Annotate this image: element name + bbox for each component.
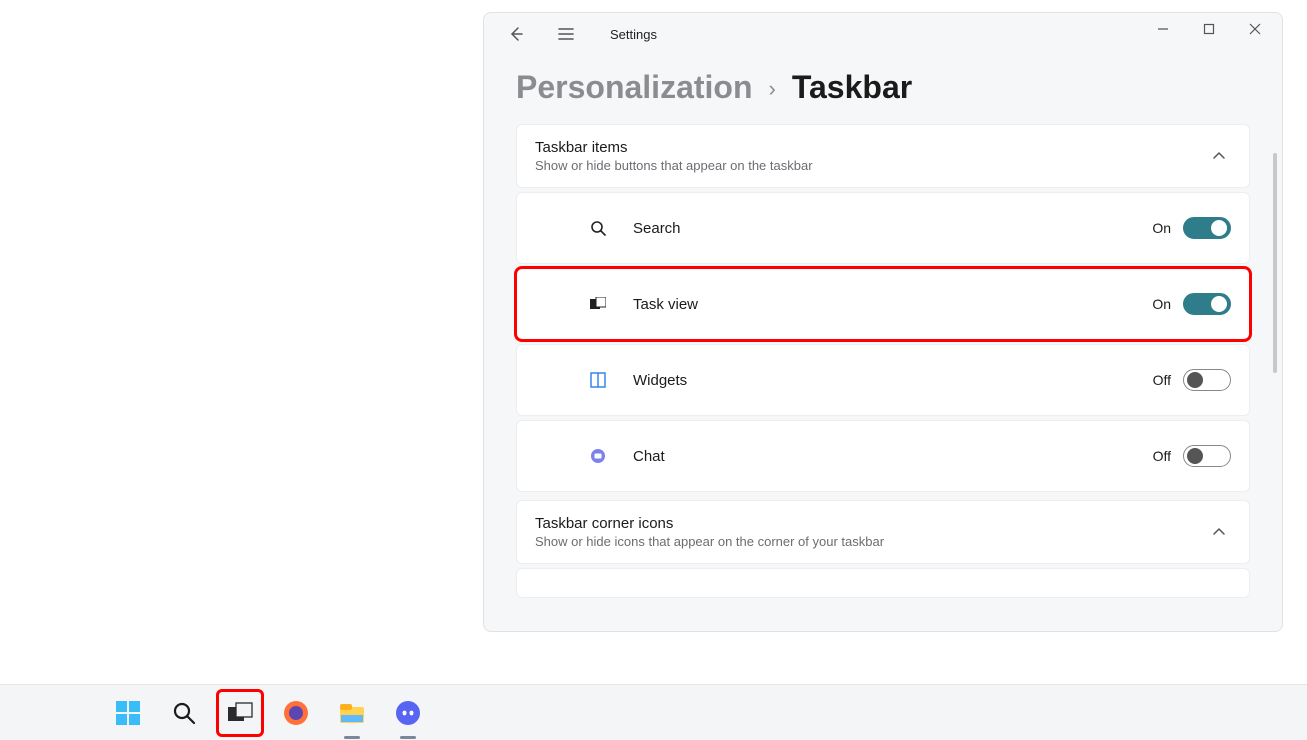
row-search: Search On bbox=[516, 192, 1250, 264]
row-label: Search bbox=[633, 220, 681, 237]
maximize-button[interactable] bbox=[1186, 13, 1232, 45]
toggle-chat[interactable] bbox=[1183, 445, 1231, 467]
back-button[interactable] bbox=[500, 18, 532, 50]
toggle-task-view[interactable] bbox=[1183, 293, 1231, 315]
scrollbar[interactable] bbox=[1273, 153, 1277, 373]
taskbar-start-button[interactable] bbox=[106, 691, 150, 735]
os-taskbar bbox=[0, 684, 1307, 740]
toggle-widgets[interactable] bbox=[1183, 369, 1231, 391]
breadcrumb-sep-icon: › bbox=[769, 76, 776, 102]
taskbar-file-explorer-button[interactable] bbox=[330, 691, 374, 735]
row-label: Task view bbox=[633, 296, 698, 313]
settings-window: Settings Personalization › bbox=[483, 12, 1283, 632]
taskbar-corner-icons-panel: Taskbar corner icons Show or hide icons … bbox=[516, 500, 1250, 598]
chat-icon bbox=[589, 447, 607, 465]
taskview-icon bbox=[589, 295, 607, 313]
panel-subtitle: Show or hide icons that appear on the co… bbox=[535, 534, 1207, 549]
row-state: On bbox=[1152, 296, 1171, 312]
taskbar-taskview-button[interactable] bbox=[218, 691, 262, 735]
taskbar-items-panel: Taskbar items Show or hide buttons that … bbox=[516, 124, 1250, 492]
fileexplorer-icon bbox=[338, 701, 366, 725]
breadcrumb: Personalization › Taskbar bbox=[484, 55, 1282, 124]
row-label: Chat bbox=[633, 448, 665, 465]
row-state: On bbox=[1152, 220, 1171, 236]
row-state: Off bbox=[1153, 372, 1171, 388]
close-icon bbox=[1249, 23, 1261, 35]
taskbar-items-header[interactable]: Taskbar items Show or hide buttons that … bbox=[516, 124, 1250, 188]
toggle-search[interactable] bbox=[1183, 217, 1231, 239]
panel-subtitle: Show or hide buttons that appear on the … bbox=[535, 158, 1207, 173]
menu-button[interactable] bbox=[550, 18, 582, 50]
minimize-button[interactable] bbox=[1140, 13, 1186, 45]
search-icon bbox=[172, 701, 196, 725]
search-icon bbox=[589, 219, 607, 237]
close-button[interactable] bbox=[1232, 13, 1278, 45]
row-widgets: Widgets Off bbox=[516, 344, 1250, 416]
taskview-icon bbox=[226, 701, 254, 725]
panel-title: Taskbar corner icons bbox=[535, 515, 1207, 532]
widgets-icon bbox=[589, 371, 607, 389]
row-task-view: Task view On bbox=[516, 268, 1250, 340]
hamburger-icon bbox=[558, 27, 574, 41]
taskbar-firefox-button[interactable] bbox=[274, 691, 318, 735]
row-chat: Chat Off bbox=[516, 420, 1250, 492]
maximize-icon bbox=[1203, 23, 1215, 35]
window-title: Settings bbox=[610, 27, 657, 42]
breadcrumb-parent[interactable]: Personalization bbox=[516, 69, 753, 106]
settings-content[interactable]: Taskbar items Show or hide buttons that … bbox=[484, 124, 1282, 612]
corner-icons-header[interactable]: Taskbar corner icons Show or hide icons … bbox=[516, 500, 1250, 564]
taskbar-search-button[interactable] bbox=[162, 691, 206, 735]
chevron-up-icon bbox=[1207, 144, 1231, 168]
breadcrumb-current: Taskbar bbox=[792, 69, 912, 106]
panel-title: Taskbar items bbox=[535, 139, 1207, 156]
discord-icon bbox=[394, 699, 422, 727]
chevron-up-icon bbox=[1207, 520, 1231, 544]
row-cutoff bbox=[516, 568, 1250, 598]
arrow-left-icon bbox=[508, 26, 524, 42]
row-state: Off bbox=[1153, 448, 1171, 464]
window-titlebar: Settings bbox=[484, 13, 1282, 55]
minimize-icon bbox=[1157, 23, 1169, 35]
start-icon bbox=[114, 699, 142, 727]
row-label: Widgets bbox=[633, 372, 687, 389]
firefox-icon bbox=[282, 699, 310, 727]
taskbar-discord-button[interactable] bbox=[386, 691, 430, 735]
